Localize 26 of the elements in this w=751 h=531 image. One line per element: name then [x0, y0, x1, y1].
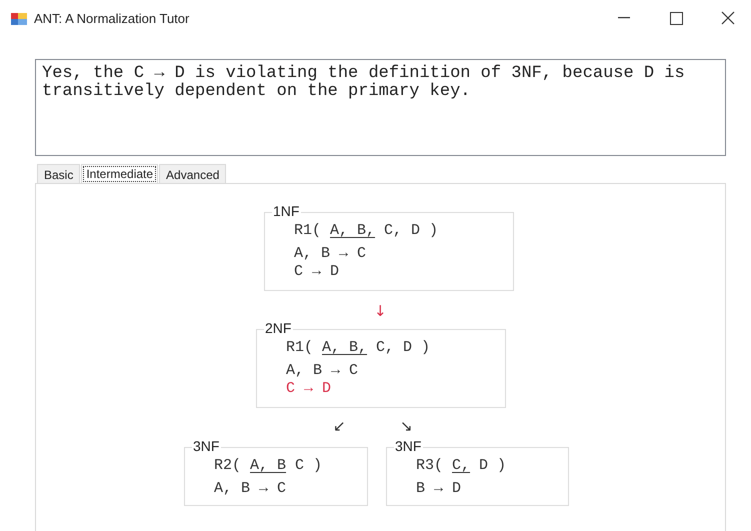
app-icon — [11, 11, 27, 25]
relation-text: R1( A, B, C, D ) — [286, 339, 430, 356]
relation-text: R3( C, D ) — [416, 457, 506, 474]
tab[interactable]: Basic — [37, 164, 80, 183]
arrow-glyph: ↙ — [333, 417, 346, 435]
dependency-text: C → D — [294, 263, 340, 281]
dependency-text: A, B → C — [286, 362, 360, 380]
relation-text: R2( A, B C ) — [214, 457, 322, 474]
normal-form-label: 2NF — [264, 320, 294, 336]
tab[interactable]: Intermediate — [81, 164, 158, 184]
window-title: ANT: A Normalization Tutor — [34, 10, 190, 26]
minimize-icon — [618, 17, 630, 19]
feedback-text-area[interactable]: Yes, the C → D is violating the definition of 3NF, because D is transitively dependent on the primary key. — [35, 59, 726, 156]
relation-text: R1( A, B, C, D ) — [294, 222, 438, 239]
dependency-text: A, B → C — [294, 245, 368, 263]
maximize-icon — [670, 12, 682, 24]
normal-form-label: 3NF — [192, 438, 222, 454]
tab[interactable]: Advanced — [159, 164, 226, 183]
dependency-text: C → D — [286, 380, 332, 398]
close-icon — [721, 11, 735, 25]
dependency-text: B → D — [416, 480, 462, 498]
normal-form-label: 3NF — [394, 438, 424, 454]
dependency-text: A, B → C — [214, 480, 288, 498]
normal-form-label: 1NF — [272, 203, 302, 219]
arrow-glyph: ↓ — [374, 302, 387, 320]
arrow-glyph: ↘ — [400, 417, 413, 435]
